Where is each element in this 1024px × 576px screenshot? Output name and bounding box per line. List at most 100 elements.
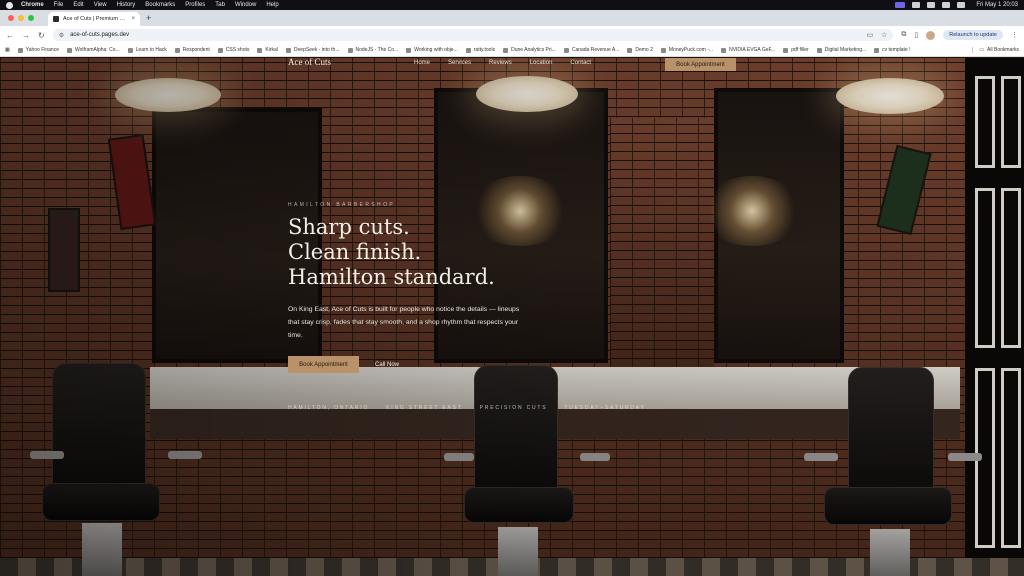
hero-tag: TUESDAY–SATURDAY (564, 405, 646, 411)
menu-bookmarks[interactable]: Bookmarks (145, 0, 175, 10)
bookmark-item[interactable]: NVIDIA EVGA GeF... (721, 47, 775, 53)
menu-file[interactable]: File (54, 0, 64, 10)
bookmark-item[interactable]: Working with obje... (406, 47, 458, 53)
bookmark-item[interactable]: Demo 2 (627, 47, 653, 53)
minimize-window-button[interactable] (18, 15, 24, 21)
bookmark-label: Digital Marketing... (824, 47, 867, 53)
menu-profiles[interactable]: Profiles (185, 0, 205, 10)
nav-contact[interactable]: Contact (570, 60, 591, 66)
hero-headline-line-3: Hamilton standard. (288, 265, 495, 289)
back-icon[interactable]: ← (6, 31, 14, 40)
bookmark-item[interactable]: MoneyPuck.com -... (660, 47, 713, 53)
search-icon[interactable] (942, 2, 951, 8)
apps-grid-icon[interactable]: ▦ (5, 47, 10, 53)
bookmark-favicon-icon (503, 47, 509, 53)
screen-share-icon[interactable] (895, 2, 906, 8)
macos-menu-bar: Chrome File Edit View History Bookmarks … (0, 0, 1024, 10)
bookmarks-bar: ▦ Yahoo Finance WolframAlpha: Co... Lear… (0, 44, 1024, 57)
nav-services[interactable]: Services (448, 60, 471, 66)
call-now-button[interactable]: Call Now (368, 356, 406, 373)
bookmark-favicon-icon (783, 47, 789, 53)
relaunch-button[interactable]: Relaunch to update (943, 30, 1003, 40)
status-area: Fri May 1 20:03 (895, 2, 1018, 8)
profile-avatar[interactable] (926, 30, 936, 40)
folder-icon: ▭ (979, 47, 985, 53)
menu-tab[interactable]: Tab (215, 0, 225, 10)
control-center-icon[interactable] (957, 2, 966, 8)
bookmark-item[interactable]: Kirkal (257, 47, 278, 53)
bookmark-favicon-icon (721, 47, 727, 53)
bookmark-favicon-icon (174, 47, 180, 53)
bookmark-item[interactable]: CSS shots (217, 47, 249, 53)
bookmark-favicon-icon (627, 47, 633, 53)
menu-clock[interactable]: Fri May 1 20:03 (976, 2, 1018, 8)
hero-tags: HAMILTON, ONTARIO KING STREET EAST PRECI… (288, 405, 646, 411)
browser-tab[interactable]: Ace of Cuts | Premium Barber × (48, 12, 140, 26)
all-bookmarks-button[interactable]: ▭ All Bookmarks (972, 47, 1019, 53)
install-app-icon[interactable]: ▭ (867, 31, 874, 39)
toolbar-right: ⧉ ▯ Relaunch to update ⋮ (901, 30, 1018, 40)
hero-headline-line-2: Clean finish. (288, 240, 422, 264)
bookmark-item[interactable]: Canada Revenue A... (563, 47, 619, 53)
menu-history[interactable]: History (117, 0, 136, 10)
more-menu-icon[interactable]: ⋮ (1011, 31, 1018, 39)
bookmark-label: pdf filler (791, 47, 809, 53)
battery-icon[interactable] (912, 2, 921, 8)
menu-edit[interactable]: Edit (73, 0, 83, 10)
bookmark-favicon-icon (563, 47, 569, 53)
bookmark-item[interactable]: Learn to Hack (127, 47, 167, 53)
bookmark-item[interactable]: Digital Marketing... (816, 47, 867, 53)
hero-eyebrow: HAMILTON BARBERSHOP (288, 202, 396, 208)
address-url[interactable]: ace-of-cuts.pages.dev (70, 32, 129, 38)
bookmark-item[interactable]: Dune Analytics Pri... (503, 47, 556, 53)
bookmark-label: Yahoo Finance (25, 47, 59, 53)
bookmark-favicon-icon (816, 47, 822, 53)
bookmark-label: cv template ! (882, 47, 911, 53)
book-appointment-button[interactable]: Book Appointment (288, 356, 359, 373)
browser-toolbar: ← → ↻ ⚙ ace-of-cuts.pages.dev ▭ ☆ ⧉ ▯ Re… (0, 26, 1024, 44)
window-controls (0, 15, 42, 21)
menu-app-name[interactable]: Chrome (21, 0, 44, 10)
forward-icon[interactable]: → (22, 31, 30, 40)
bookmark-star-icon[interactable]: ☆ (881, 31, 887, 39)
bookmark-item[interactable]: Yahoo Finance (17, 47, 59, 53)
page-viewport: Ace of Cuts Home Services Reviews Locati… (0, 58, 1024, 576)
wifi-icon[interactable] (927, 2, 936, 8)
bookmark-favicon-icon (874, 47, 880, 53)
bookmark-favicon-icon (217, 47, 223, 53)
nav-home[interactable]: Home (414, 60, 430, 66)
bookmark-item[interactable]: cv template ! (874, 47, 911, 53)
bookmark-item[interactable]: NodeJS - The Co... (347, 47, 398, 53)
bookmark-label: Demo 2 (635, 47, 653, 53)
nav-book-appointment-button[interactable]: Book Appointment (665, 58, 736, 71)
bookmark-item[interactable]: ratty.tools (465, 47, 495, 53)
bookmark-item[interactable]: Respondent (174, 47, 210, 53)
menu-help[interactable]: Help (266, 0, 278, 10)
bookmark-favicon-icon (257, 47, 263, 53)
bookmark-favicon-icon (660, 47, 666, 53)
menu-view[interactable]: View (94, 0, 107, 10)
nav-location[interactable]: Location (530, 60, 553, 66)
hero-tag: PRECISION CUTS (479, 405, 548, 411)
bookmark-label: Working with obje... (414, 47, 458, 53)
extensions-icon[interactable]: ⧉ (901, 31, 906, 39)
new-tab-button[interactable]: + (146, 13, 151, 23)
fullscreen-window-button[interactable] (28, 15, 34, 21)
site-logo[interactable]: Ace of Cuts (288, 58, 331, 67)
bookmark-item[interactable]: DeepSeek - into th... (285, 47, 340, 53)
reload-icon[interactable]: ↻ (38, 31, 45, 40)
all-bookmarks-label: All Bookmarks (987, 47, 1019, 53)
close-tab-icon[interactable]: × (131, 16, 135, 22)
close-window-button[interactable] (8, 15, 14, 21)
tab-title: Ace of Cuts | Premium Barber (63, 16, 129, 22)
nav-reviews[interactable]: Reviews (489, 60, 512, 66)
apple-icon[interactable] (6, 1, 13, 9)
site-info-icon[interactable]: ⚙ (59, 32, 64, 39)
menu-window[interactable]: Window (235, 0, 256, 10)
address-bar[interactable]: ⚙ ace-of-cuts.pages.dev ▭ ☆ (52, 29, 894, 41)
bookmark-item[interactable]: pdf filler (783, 47, 809, 53)
bookmark-item[interactable]: WolframAlpha: Co... (67, 47, 120, 53)
bookmark-label: Respondent (182, 47, 210, 53)
bookmark-label: DeepSeek - into th... (293, 47, 340, 53)
side-panel-icon[interactable]: ▯ (914, 31, 918, 39)
